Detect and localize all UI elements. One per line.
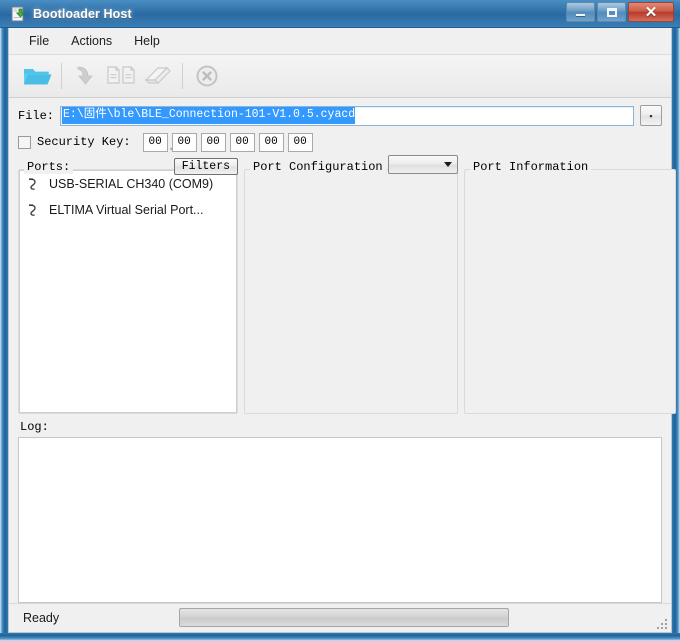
close-button[interactable]: ✕ [628,2,674,22]
ports-title: Ports: [24,160,74,174]
port-information-title: Port Information [470,160,592,174]
verify-button [104,58,140,94]
file-row: File: E:\固件\ble\BLE_Connection-101-V1.0.… [9,103,671,129]
maximize-icon [606,7,617,17]
port-configuration-group: Port Configuration [244,155,458,414]
security-key-field-6[interactable]: 00 [287,132,313,152]
security-key-checkbox[interactable] [18,135,31,149]
chevron-down-icon [444,162,452,167]
abort-button [189,58,225,94]
bootloader-document-download-icon [10,6,26,22]
ports-list[interactable]: USB-SERIAL CH340 (COM9) ELTIMA Virtual S… [19,170,237,413]
serial-port-icon [26,202,42,218]
log-textarea[interactable] [18,436,662,603]
panels-row: Ports: Filters USB-SERIAL CH340 (COM9) E… [9,155,676,414]
status-text: Ready [23,610,60,625]
menu-bar: File Actions Help [9,28,671,55]
security-key-row: Security Key: 00 , 00 00 00 00 00 [9,130,671,154]
security-key-label: Security Key: [37,135,131,150]
progress-bar [179,608,509,628]
security-key-fields: 00 , 00 00 00 00 00 [139,132,313,152]
menu-help[interactable]: Help [124,30,170,52]
port-configuration-title: Port Configuration [250,160,386,174]
toolbar-separator [61,62,62,89]
ports-body: USB-SERIAL CH340 (COM9) ELTIMA Virtual S… [18,169,238,414]
title-bar[interactable]: Bootloader Host ✕ [0,0,680,28]
verify-documents-icon [107,66,135,84]
ports-group: Ports: Filters USB-SERIAL CH340 (COM9) E… [18,158,238,414]
erase-button [140,58,176,94]
browse-dot-icon: ▪ [649,110,653,121]
open-file-icon [24,68,52,85]
menu-actions[interactable]: Actions [61,30,122,52]
filters-button[interactable]: Filters [173,158,238,175]
program-download-icon [77,66,93,85]
window-title: Bootloader Host [33,6,132,21]
list-item-port-2[interactable]: ELTIMA Virtual Serial Port... [20,197,236,223]
file-path-input[interactable]: E:\固件\ble\BLE_Connection-101-V1.0.5.cyac… [60,105,634,126]
file-label: File: [18,108,55,123]
client-area: File Actions Help File: E:\固件\ble\BLE_Co… [8,28,676,633]
port-configuration-select[interactable] [388,155,458,174]
serial-port-icon [26,176,42,192]
security-key-field-2[interactable]: 00 [171,132,197,152]
browse-file-button[interactable]: ▪ [640,105,662,127]
open-file-button[interactable] [19,58,55,94]
maximize-button[interactable] [597,2,626,22]
security-key-separator: , [169,140,173,152]
program-button [68,58,104,94]
resize-grip[interactable] [655,617,667,630]
port-information-body [464,169,676,414]
window-frame: Bootloader Host ✕ File Actions Help File… [0,0,680,641]
toolbar [9,54,671,98]
status-bar: Ready [9,602,671,633]
security-key-field-3[interactable]: 00 [200,132,226,152]
minimize-button[interactable] [566,2,595,22]
log-group: Log: [9,420,671,603]
security-key-field-5[interactable]: 00 [258,132,284,152]
filters-label: Filters [181,160,230,173]
log-title: Log: [20,419,49,434]
port-label-2: ELTIMA Virtual Serial Port... [49,203,204,217]
security-key-field-4[interactable]: 00 [229,132,255,152]
security-key-field-1[interactable]: 00 [142,132,168,152]
window-border-left[interactable] [0,0,8,641]
file-path-value: E:\固件\ble\BLE_Connection-101-V1.0.5.cyac… [62,107,356,125]
close-icon: ✕ [644,3,658,21]
minimize-icon [576,14,585,16]
window-controls: ✕ [564,2,674,22]
port-configuration-body [244,169,458,414]
abort-circle-x-icon [196,65,218,87]
port-information-group: Port Information [464,160,676,414]
menu-file[interactable]: File [19,30,59,52]
toolbar-separator-2 [182,62,183,89]
window-border-bottom[interactable] [0,633,680,641]
port-label-1: USB-SERIAL CH340 (COM9) [49,177,214,191]
erase-eraser-icon [144,66,171,84]
